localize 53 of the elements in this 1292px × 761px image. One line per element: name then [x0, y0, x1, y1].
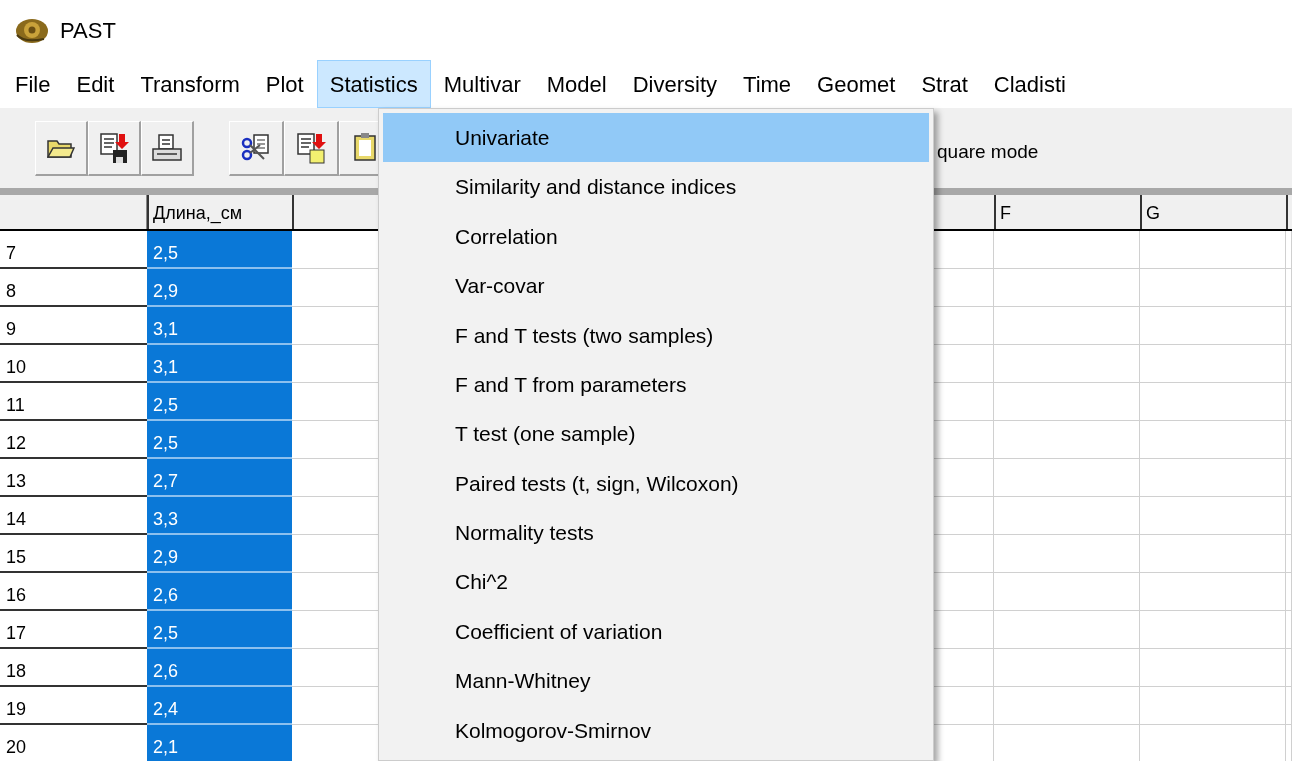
dropdown-item[interactable]: F and T tests (two samples) — [383, 310, 929, 360]
print-button[interactable] — [141, 120, 194, 176]
save-document-icon — [99, 131, 129, 164]
menu-item[interactable]: Statistics — [316, 60, 431, 108]
menu-item[interactable]: Edit — [63, 60, 128, 108]
dropdown-item[interactable]: Similarity and distance indices — [383, 162, 929, 212]
table-cell: 3,1 — [147, 307, 292, 345]
printer-icon — [151, 132, 183, 163]
dropdown-item[interactable]: Mann-Whitney — [383, 656, 929, 706]
table-cell: 3,3 — [147, 497, 292, 535]
menu-item[interactable]: File — [2, 60, 64, 108]
dropdown-item[interactable]: Normality tests — [383, 508, 929, 558]
save-button[interactable] — [88, 120, 141, 176]
dropdown-item[interactable]: T test (one sample) — [383, 409, 929, 459]
table-cell: 2,5 — [147, 611, 292, 649]
table-cell: 2,1 — [147, 725, 292, 761]
dropdown-item[interactable]: Var-covar — [383, 261, 929, 311]
table-cell: 2,5 — [147, 421, 292, 459]
toolbar-label: quare mode — [937, 139, 1039, 164]
cut-button[interactable] — [229, 120, 284, 176]
open-button[interactable] — [35, 120, 88, 176]
menu-item[interactable]: Transform — [127, 60, 253, 108]
table-cell: 2,4 — [147, 687, 292, 725]
dropdown-item[interactable]: Correlation — [383, 211, 929, 262]
menu-item[interactable]: Time — [730, 60, 805, 108]
dropdown-item[interactable]: Kolmogorov-Smirnov — [383, 705, 929, 756]
menu-item[interactable]: Geomet — [804, 60, 909, 108]
window-title: PAST — [60, 16, 116, 45]
dropdown-item[interactable]: Paired tests (t, sign, Wilcoxon) — [383, 458, 929, 509]
column-header: F — [994, 195, 1140, 229]
menu-item[interactable]: Strat — [908, 60, 981, 108]
table-cell: 2,5 — [147, 383, 292, 421]
copy-document-icon — [296, 131, 326, 164]
menu-item[interactable]: Diversity — [619, 60, 731, 108]
column-header: Длина,_см — [147, 195, 292, 229]
scissors-icon — [241, 132, 271, 163]
table-cell: 2,7 — [147, 459, 292, 497]
dropdown-item[interactable]: Chi^2 — [383, 557, 929, 607]
table-cell: 2,6 — [147, 573, 292, 611]
menu-item[interactable]: Plot — [252, 60, 317, 108]
table-cell: 3,1 — [147, 345, 292, 383]
table-cell: 2,9 — [147, 269, 292, 307]
dropdown-item[interactable]: Coefficient of variation — [383, 606, 929, 657]
table-cell: 2,5 — [147, 231, 292, 269]
menu-item[interactable]: Model — [533, 60, 620, 108]
table-cell: 2,6 — [147, 649, 292, 687]
table-cell: 2,9 — [147, 535, 292, 573]
column-header: G — [1140, 195, 1286, 229]
menu-item[interactable]: Multivar — [430, 60, 534, 108]
dropdown-item[interactable]: F and T from parameters — [383, 359, 929, 410]
menu-item[interactable]: Cladisti — [980, 60, 1079, 108]
dropdown-item[interactable]: Univariate — [383, 113, 929, 163]
copy-button[interactable] — [284, 120, 339, 176]
